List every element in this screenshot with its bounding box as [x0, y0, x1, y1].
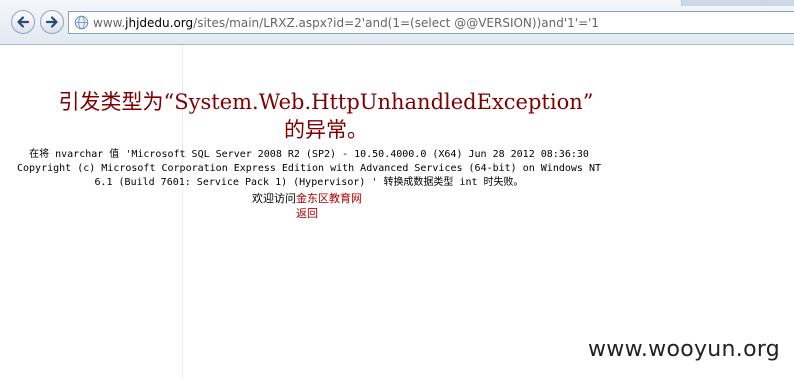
error-title-line2: 的异常。 [284, 118, 368, 142]
error-title: 引发类型为“System.Web.HttpUnhandledException”… [16, 88, 636, 144]
browser-toolbar: www.jhjdedu.org/sites/main/LRXZ.aspx?id=… [0, 0, 794, 45]
globe-icon [74, 15, 89, 30]
forward-button[interactable] [40, 10, 64, 34]
back-arrow-icon [17, 16, 30, 28]
address-bar[interactable]: www.jhjdedu.org/sites/main/LRXZ.aspx?id=… [68, 11, 794, 34]
url-text[interactable]: www.jhjdedu.org/sites/main/LRXZ.aspx?id=… [93, 16, 599, 30]
url-prefix: www. [93, 16, 126, 30]
url-domain: jhjdedu.org [125, 16, 194, 30]
error-title-line1: 引发类型为“System.Web.HttpUnhandledException” [58, 90, 594, 114]
url-path: /sites/main/LRXZ.aspx?id=2'and(1=(select… [193, 16, 600, 30]
site-link[interactable]: 金东区教育网 [296, 192, 362, 205]
welcome-prefix: 欢迎访问 [252, 192, 296, 205]
back-link[interactable]: 返回 [242, 207, 372, 221]
toolbar-edge [681, 0, 794, 6]
watermark: www.wooyun.org [588, 337, 781, 362]
forward-arrow-icon [45, 16, 58, 28]
error-detail-line2: Copyright (c) Microsoft Corporation Expr… [17, 163, 601, 174]
error-detail-line1: 在将 nvarchar 值 'Microsoft SQL Server 2008… [29, 149, 589, 160]
welcome-text: 欢迎访问金东区教育网 [242, 192, 372, 206]
back-button[interactable] [11, 10, 35, 34]
error-detail: 在将 nvarchar 值 'Microsoft SQL Server 2008… [10, 148, 608, 190]
error-detail-line3: 6.1 (Build 7601: Service Pack 1) (Hyperv… [94, 177, 524, 188]
